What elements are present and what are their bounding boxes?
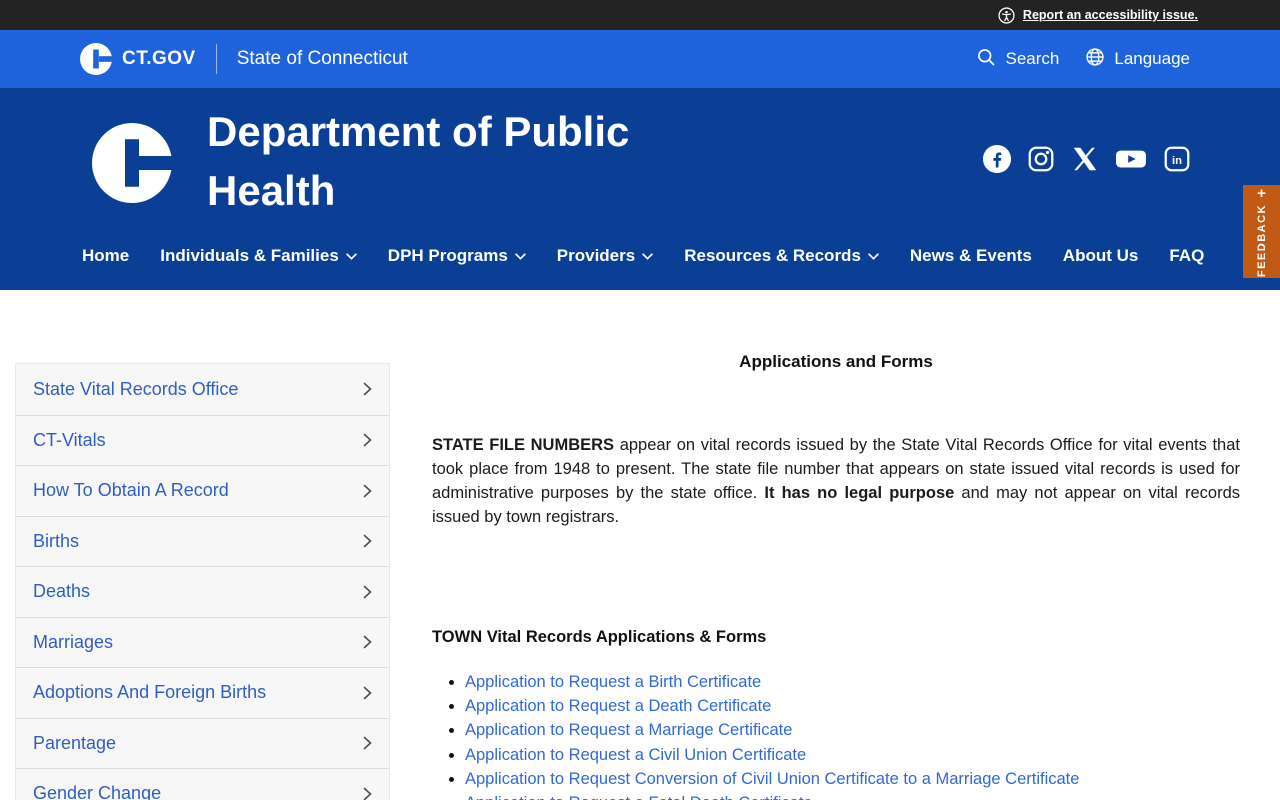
chevron-right-icon bbox=[363, 585, 372, 599]
nav-faq[interactable]: FAQ bbox=[1169, 246, 1204, 266]
list-item: Application to Request a Fetal Death Cer… bbox=[465, 791, 1240, 800]
chevron-right-icon bbox=[363, 736, 372, 750]
nav-dph-programs[interactable]: DPH Programs bbox=[388, 246, 526, 266]
sidebar-item-adoptions-and-foreign-births[interactable]: Adoptions And Foreign Births bbox=[16, 667, 389, 718]
globe-icon bbox=[1085, 47, 1105, 72]
chevron-right-icon bbox=[363, 382, 372, 396]
dph-logo-icon bbox=[92, 123, 172, 203]
chevron-down-icon bbox=[515, 252, 526, 260]
facebook-icon[interactable] bbox=[982, 144, 1012, 174]
site-name-link[interactable]: State of Connecticut bbox=[237, 48, 408, 70]
page: Report an accessibility issue. CT.GOV St… bbox=[0, 0, 1280, 800]
nav-about-us[interactable]: About Us bbox=[1063, 246, 1139, 266]
town-forms-heading: TOWN Vital Records Applications & Forms bbox=[432, 628, 767, 646]
sidebar-item-ct-vitals[interactable]: CT-Vitals bbox=[16, 414, 389, 466]
chevron-right-icon bbox=[363, 534, 372, 548]
main-content: Applications and Forms STATE FILE NUMBER… bbox=[432, 352, 1240, 800]
youtube-icon[interactable] bbox=[1114, 144, 1148, 174]
sidebar-item-how-to-obtain-a-record[interactable]: How To Obtain A Record bbox=[16, 465, 389, 516]
list-item: Application to Request a Civil Union Cer… bbox=[465, 743, 1240, 767]
page-title: Applications and Forms bbox=[739, 352, 933, 371]
link-marriage-certificate[interactable]: Application to Request a Marriage Certif… bbox=[465, 721, 792, 739]
link-death-certificate[interactable]: Application to Request a Death Certifica… bbox=[465, 697, 771, 715]
agency-header: Department of Public Health in Home Indi… bbox=[0, 88, 1280, 290]
main-navigation: Home Individuals & Families DPH Programs… bbox=[82, 246, 1204, 266]
report-accessibility-link[interactable]: Report an accessibility issue. bbox=[1023, 8, 1198, 22]
accessibility-bar: Report an accessibility issue. bbox=[0, 0, 1280, 30]
chevron-right-icon bbox=[363, 787, 372, 800]
nav-news-events[interactable]: News & Events bbox=[910, 246, 1032, 266]
link-civil-union-certificate[interactable]: Application to Request a Civil Union Cer… bbox=[465, 746, 806, 764]
list-item: Application to Request a Marriage Certif… bbox=[465, 718, 1240, 742]
ctgov-logo-icon bbox=[80, 43, 112, 75]
link-birth-certificate[interactable]: Application to Request a Birth Certifica… bbox=[465, 673, 761, 691]
search-label: Search bbox=[1005, 49, 1060, 68]
link-fetal-death-certificate[interactable]: Application to Request a Fetal Death Cer… bbox=[465, 794, 813, 800]
chevron-down-icon bbox=[642, 252, 653, 260]
social-icons: in bbox=[982, 144, 1192, 174]
chevron-right-icon bbox=[363, 686, 372, 700]
intro-bold-no-legal-purpose: It has no legal purpose bbox=[764, 484, 955, 502]
intro-paragraph: STATE FILE NUMBERS appear on vital recor… bbox=[432, 436, 1241, 526]
list-item: Application to Request a Birth Certifica… bbox=[465, 670, 1240, 694]
language-label: Language bbox=[1114, 49, 1190, 68]
sidebar-item-parentage[interactable]: Parentage bbox=[16, 717, 389, 769]
feedback-tab[interactable]: + FEEDBACK bbox=[1243, 185, 1280, 278]
language-button[interactable]: Language bbox=[1085, 47, 1190, 72]
search-button[interactable]: Search bbox=[976, 47, 1059, 72]
nav-home[interactable]: Home bbox=[82, 246, 129, 266]
ctgov-wordmark: CT.GOV bbox=[122, 48, 196, 69]
sidebar-item-marriages[interactable]: Marriages bbox=[16, 616, 389, 668]
ctgov-home-link[interactable]: CT.GOV bbox=[80, 43, 196, 75]
sidebar-item-deaths[interactable]: Deaths bbox=[16, 566, 389, 617]
forms-link-list: Application to Request a Birth Certifica… bbox=[432, 670, 1240, 800]
agency-title: Department of Public Health bbox=[207, 108, 630, 214]
link-civil-union-conversion[interactable]: Application to Request Conversion of Civ… bbox=[465, 770, 1079, 788]
nav-resources-records[interactable]: Resources & Records bbox=[684, 246, 879, 266]
search-icon bbox=[976, 47, 996, 72]
instagram-icon[interactable] bbox=[1026, 144, 1056, 174]
nav-providers[interactable]: Providers bbox=[557, 246, 653, 266]
sidebar-item-gender-change[interactable]: Gender Change bbox=[16, 768, 389, 800]
accessibility-icon bbox=[998, 6, 1015, 24]
chevron-right-icon bbox=[363, 484, 372, 498]
x-icon[interactable] bbox=[1070, 144, 1100, 174]
chevron-down-icon bbox=[868, 252, 879, 260]
svg-text:in: in bbox=[1172, 155, 1182, 167]
chevron-right-icon bbox=[363, 433, 372, 447]
brand-divider bbox=[215, 44, 217, 74]
chevron-right-icon bbox=[363, 635, 372, 649]
feedback-plus: + bbox=[1257, 185, 1266, 203]
section-sidebar: State Vital Records Office CT-Vitals How… bbox=[15, 363, 390, 800]
sidebar-item-state-vital-records-office[interactable]: State Vital Records Office bbox=[16, 364, 389, 415]
nav-individuals-families[interactable]: Individuals & Families bbox=[160, 246, 357, 266]
chevron-down-icon bbox=[346, 252, 357, 260]
sidebar-item-births[interactable]: Births bbox=[16, 515, 389, 567]
utility-bar: CT.GOV State of Connecticut Search Langu… bbox=[0, 30, 1280, 88]
list-item: Application to Request Conversion of Civ… bbox=[465, 767, 1240, 791]
linkedin-icon[interactable]: in bbox=[1162, 144, 1192, 174]
intro-bold-state-file-numbers: STATE FILE NUMBERS bbox=[432, 436, 615, 454]
list-item: Application to Request a Death Certifica… bbox=[465, 694, 1240, 718]
feedback-label: FEEDBACK bbox=[1255, 204, 1268, 278]
